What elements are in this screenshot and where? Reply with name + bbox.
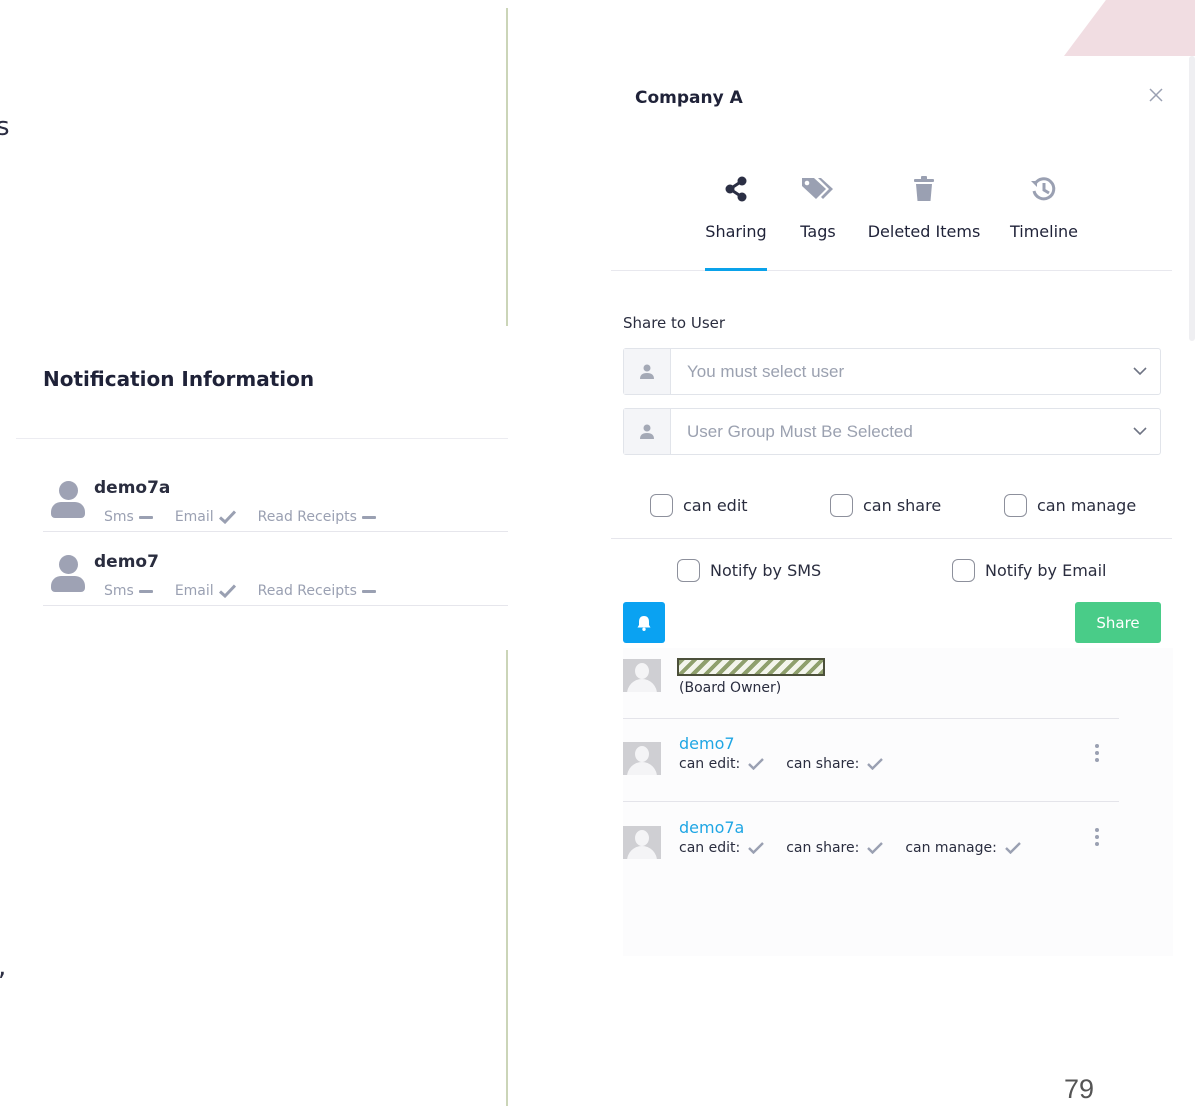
user-avatar-icon [623, 659, 661, 692]
cropped-text-fragment: s [0, 112, 10, 142]
recipient-channels: Sms Email Read Receipts [104, 583, 376, 599]
check-icon [218, 584, 236, 598]
user-avatar-icon [51, 555, 85, 595]
divider [16, 438, 508, 439]
sms-label: Sms [104, 583, 134, 599]
tab-timeline[interactable]: Timeline [1008, 172, 1080, 241]
notification-bell-button[interactable] [623, 602, 665, 643]
notification-recipient-row: demo7 Sms Email Read Receipts [43, 532, 508, 606]
recipient-name: demo7a [94, 478, 171, 498]
user-icon [640, 364, 654, 379]
permission-label: can share: [786, 756, 860, 772]
tabs-divider [611, 270, 1172, 271]
tab-tags[interactable]: Tags [793, 172, 843, 241]
user-permissions: can edit: can share: [679, 756, 884, 772]
check-icon [867, 842, 884, 854]
dash-icon [361, 515, 376, 519]
recipient-channels: Sms Email Read Receipts [104, 509, 376, 525]
tab-deleted-items[interactable]: Deleted Items [866, 172, 982, 241]
user-permissions: can edit: can share: can manage: [679, 840, 1021, 856]
checkbox-label: can share [863, 496, 942, 515]
dash-icon [361, 589, 376, 593]
permission-label: can share: [786, 840, 860, 856]
trash-icon [914, 176, 934, 201]
cropped-text-fragment: , [0, 952, 6, 982]
user-avatar-icon [623, 826, 661, 859]
user-select-placeholder: You must select user [687, 361, 845, 381]
dialog-title: Company A [635, 88, 743, 108]
check-icon [748, 758, 765, 770]
board-owner-tag: (Board Owner) [679, 680, 782, 696]
history-icon [1031, 177, 1056, 201]
can-edit-checkbox[interactable]: can edit [650, 494, 748, 517]
share-button[interactable]: Share [1075, 602, 1161, 643]
checkbox-box[interactable] [830, 494, 853, 517]
panel-separator [506, 650, 508, 1106]
recipient-name: demo7 [94, 552, 159, 572]
divider [611, 538, 1172, 539]
permission-label: can edit: [679, 756, 741, 772]
more-options-icon[interactable] [1091, 828, 1103, 848]
checkbox-box[interactable] [952, 559, 975, 582]
more-options-icon[interactable] [1091, 744, 1103, 764]
dash-icon [138, 515, 153, 519]
user-group-select-placeholder: User Group Must Be Selected [687, 421, 913, 441]
decorative-corner [1064, 0, 1195, 56]
scrollbar[interactable] [1189, 56, 1195, 341]
share-to-user-label: Share to User [623, 314, 726, 332]
notify-sms-checkbox[interactable]: Notify by SMS [677, 559, 821, 582]
page-number: 79 [1064, 1074, 1095, 1104]
share-icon [725, 176, 747, 202]
shared-user-link[interactable]: demo7a [679, 818, 744, 837]
tags-icon [802, 178, 833, 199]
divider [623, 718, 1119, 719]
notification-recipient-row: demo7a Sms Email Read Receipts [43, 458, 508, 532]
email-label: Email [174, 509, 214, 525]
notify-email-checkbox[interactable]: Notify by Email [952, 559, 1106, 582]
tab-label: Sharing [705, 222, 767, 241]
checkbox-box[interactable] [677, 559, 700, 582]
dash-icon [138, 589, 153, 593]
tab-label: Deleted Items [867, 222, 981, 241]
checkbox-label: can manage [1037, 496, 1137, 515]
tab-label: Timeline [1009, 222, 1079, 241]
user-icon [640, 424, 654, 439]
bell-icon [637, 615, 651, 631]
close-icon[interactable] [1147, 86, 1165, 104]
checkbox-box[interactable] [650, 494, 673, 517]
check-icon [1004, 842, 1021, 854]
check-icon [748, 842, 765, 854]
user-select[interactable]: You must select user [623, 348, 1161, 395]
panel-separator [506, 8, 508, 326]
redacted-owner-name [677, 658, 825, 676]
email-label: Email [174, 583, 214, 599]
tab-sharing[interactable]: Sharing [701, 172, 771, 241]
shared-user-link[interactable]: demo7 [679, 734, 735, 753]
sms-label: Sms [104, 509, 134, 525]
user-group-select[interactable]: User Group Must Be Selected [623, 408, 1161, 455]
tab-label: Tags [800, 222, 836, 241]
divider [623, 801, 1119, 802]
checkbox-box[interactable] [1004, 494, 1027, 517]
user-avatar-icon [623, 742, 661, 775]
permission-label: can manage: [905, 840, 997, 856]
checkbox-label: Notify by SMS [710, 561, 822, 580]
read-receipts-label: Read Receipts [257, 509, 357, 525]
can-share-checkbox[interactable]: can share [830, 494, 941, 517]
check-icon [867, 758, 884, 770]
read-receipts-label: Read Receipts [257, 583, 357, 599]
user-avatar-icon [51, 481, 85, 521]
active-tab-indicator [705, 268, 767, 271]
can-manage-checkbox[interactable]: can manage [1004, 494, 1136, 517]
checkbox-label: Notify by Email [985, 561, 1107, 580]
notification-info-title: Notification Information [43, 367, 315, 391]
permission-label: can edit: [679, 840, 741, 856]
checkbox-label: can edit [683, 496, 748, 515]
check-icon [218, 510, 236, 524]
chevron-down-icon [1133, 427, 1147, 436]
chevron-down-icon [1133, 367, 1147, 376]
